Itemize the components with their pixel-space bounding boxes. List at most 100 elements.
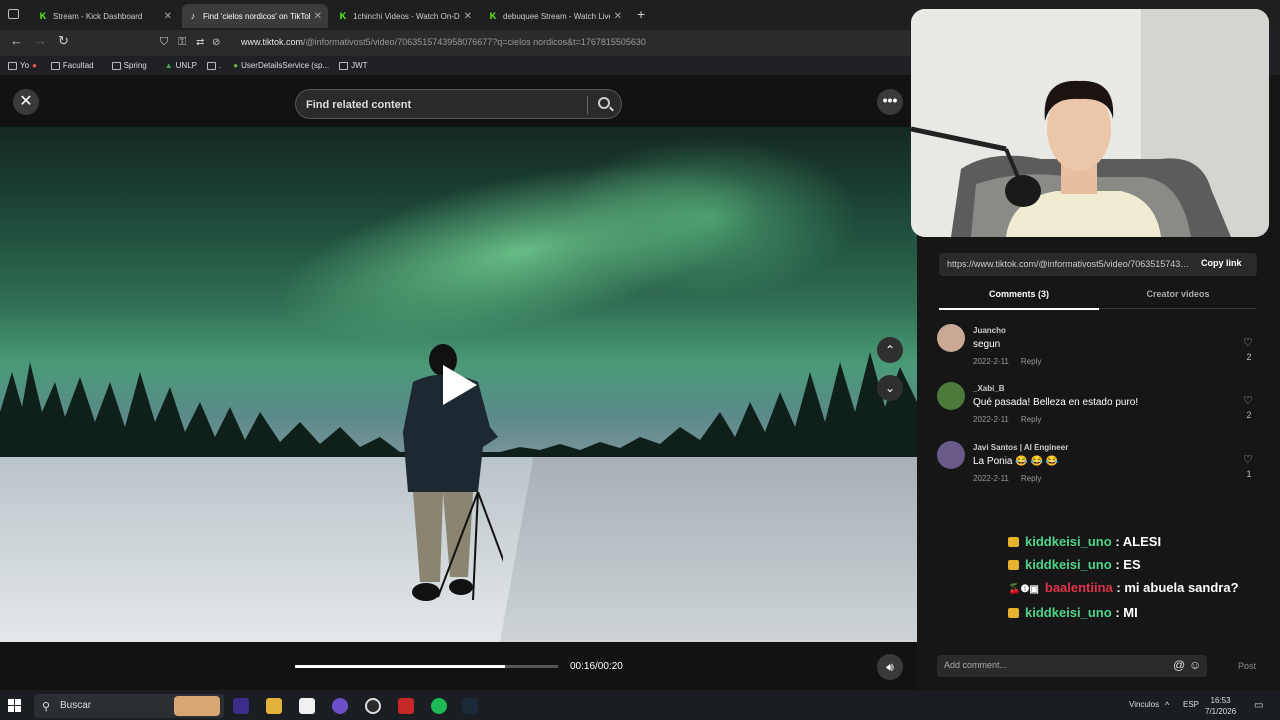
mention-icon[interactable]: @ [1173, 658, 1185, 672]
speaker-icon: 🔊︎ [886, 660, 894, 674]
add-comment-input[interactable]: Add comment... @ ☺ [937, 655, 1207, 677]
search-input[interactable]: Find related content [295, 89, 622, 119]
ellipsis-icon: ••• [882, 92, 898, 108]
system-clock[interactable]: 16:53 7/1/2026 [1205, 695, 1236, 717]
avatar[interactable] [937, 441, 965, 469]
comment-user[interactable]: Juancho [973, 326, 1006, 335]
forward-icon[interactable]: → [34, 33, 47, 48]
chat-text: : ALESI [1115, 534, 1162, 549]
chat-message: kiddkeisi_uno : MI [1008, 601, 1258, 624]
reply-button[interactable]: Reply [1021, 415, 1041, 424]
site-settings-icon[interactable]: ⇄ [196, 37, 204, 48]
comment-meta: 2022-2-11 Reply [973, 474, 1041, 483]
progress-bar[interactable] [295, 665, 558, 668]
bookmark-jwt[interactable]: JWT [339, 61, 368, 70]
video-frame[interactable] [0, 127, 917, 642]
tab-actions-icon[interactable] [8, 9, 19, 19]
tab-comments[interactable]: Comments (3) [939, 289, 1099, 310]
stream-chat-overlay: kiddkeisi_uno : ALESI kiddkeisi_uno : ES… [1008, 530, 1258, 624]
folder-icon [111, 61, 121, 70]
file-explorer-icon[interactable] [266, 698, 282, 714]
heart-icon[interactable]: ♡ [1243, 394, 1253, 407]
windows-start-icon[interactable] [8, 699, 22, 713]
url-text[interactable]: www.tiktok.com/@informativost5/video/706… [241, 37, 646, 47]
tab-tiktok-search[interactable]: ♪ Find 'cielos nordicos' on TikTok ✕ [182, 4, 328, 28]
crown-badge-icon [1008, 608, 1019, 618]
comment-item: Javi Santos | AI Engineer La Ponia 😂 😂 😂… [937, 441, 1257, 496]
search-icon[interactable] [598, 97, 610, 109]
search-icon: ⚲ [42, 701, 51, 713]
share-link-text[interactable]: https://www.tiktok.com/@informativost5/v… [947, 259, 1191, 269]
comment-user[interactable]: Javi Santos | AI Engineer [973, 443, 1068, 452]
permissions-icon[interactable]: ⊘ [212, 37, 220, 48]
player-controls: 00:16/00:20 🔊︎ [0, 642, 917, 690]
bookmark-unlp[interactable]: ▲ UNLP [165, 61, 197, 70]
heart-icon[interactable]: ♡ [1243, 336, 1253, 349]
language-indicator[interactable]: ESP [1183, 700, 1199, 709]
chat-message: kiddkeisi_uno : ALESI [1008, 530, 1258, 553]
shield-icon[interactable]: ⛉ [160, 36, 168, 49]
search-highlight-image [174, 696, 220, 716]
share-link-row: https://www.tiktok.com/@informativost5/v… [939, 253, 1257, 276]
close-tab-icon[interactable]: ✕ [314, 11, 322, 22]
comments-tabs: Comments (3) Creator videos [939, 281, 1257, 310]
discord-icon[interactable] [332, 698, 348, 714]
like-count: 2 [1246, 352, 1252, 362]
notification-icon[interactable]: ▭ [1254, 700, 1263, 711]
bookmark-yo[interactable]: Yo ● [8, 61, 37, 70]
kick-icon: K [489, 11, 497, 21]
chat-message: 🍒❶▣ baalentiina : mi abuela sandra? [1008, 576, 1258, 601]
tray-links[interactable]: Vinculos [1129, 700, 1159, 709]
bookmark-dot[interactable]: . [206, 61, 221, 70]
chat-user: kiddkeisi_uno [1025, 534, 1112, 549]
close-tab-icon[interactable]: ✕ [614, 11, 622, 22]
close-button[interactable]: ✕ [13, 89, 39, 115]
spring-icon: ● [233, 61, 239, 70]
chevron-down-icon: ⌄ [884, 381, 896, 395]
close-tab-icon[interactable]: ✕ [164, 11, 172, 22]
post-button[interactable]: Post [1238, 661, 1256, 671]
reload-icon[interactable]: ↻ [58, 33, 69, 49]
tab-1chinchi[interactable]: K 1chinchi Videos - Watch On-De ✕ [332, 4, 478, 28]
tiktok-icon: ♪ [190, 11, 196, 21]
tab-debuquee[interactable]: K debuquee Stream - Watch Live ✕ [482, 4, 628, 28]
notepad-icon[interactable] [299, 698, 315, 714]
bookmark-facultad[interactable]: Facultad [50, 61, 94, 70]
tab-kick-dashboard[interactable]: K Stream - Kick Dashboard ✕ [32, 4, 178, 28]
comment-user[interactable]: _Xabi_B [973, 384, 1005, 393]
time-readout: 00:16/00:20 [570, 661, 623, 672]
voicemod-icon[interactable] [398, 698, 414, 714]
progress-fill [295, 665, 506, 668]
lock-icon[interactable]: ⚿ [178, 36, 186, 49]
new-tab-icon[interactable]: + [637, 6, 645, 22]
emoji-icon[interactable]: ☺ [1189, 658, 1201, 672]
twitch-app-icon[interactable] [233, 698, 249, 714]
taskbar-search[interactable]: ⚲ Buscar [34, 694, 224, 718]
next-video-button[interactable]: ⌄ [877, 375, 903, 401]
volume-button[interactable]: 🔊︎ [877, 654, 903, 680]
chat-text: : mi abuela sandra? [1116, 580, 1239, 595]
heart-icon[interactable]: ♡ [1243, 453, 1253, 466]
bookmark-userdetailsservice[interactable]: ● UserDetailsService (sp... [233, 61, 329, 70]
spotify-icon[interactable] [431, 698, 447, 714]
chat-text: : MI [1115, 605, 1138, 620]
copy-link-button[interactable]: Copy link [1201, 258, 1242, 268]
git-icon: ● [32, 61, 37, 70]
steam-icon[interactable] [462, 698, 478, 714]
comment-text: Qué pasada! Belleza en estado puro! [973, 397, 1139, 408]
chevron-up-icon[interactable]: ^ [1165, 700, 1169, 710]
kick-icon: K [39, 11, 47, 21]
tab-creator-videos[interactable]: Creator videos [1099, 289, 1257, 299]
reply-button[interactable]: Reply [1021, 474, 1041, 483]
avatar[interactable] [937, 382, 965, 410]
obs-icon[interactable] [365, 698, 381, 714]
streamer-webcam-image [911, 9, 1269, 237]
bookmark-spring[interactable]: Spring [111, 61, 147, 70]
back-icon[interactable]: ← [10, 33, 23, 48]
more-options-button[interactable]: ••• [877, 89, 903, 115]
avatar[interactable] [937, 324, 965, 352]
previous-video-button[interactable]: ⌃ [877, 337, 903, 363]
close-tab-icon[interactable]: ✕ [464, 11, 472, 22]
play-icon[interactable] [443, 365, 477, 405]
reply-button[interactable]: Reply [1021, 357, 1041, 366]
